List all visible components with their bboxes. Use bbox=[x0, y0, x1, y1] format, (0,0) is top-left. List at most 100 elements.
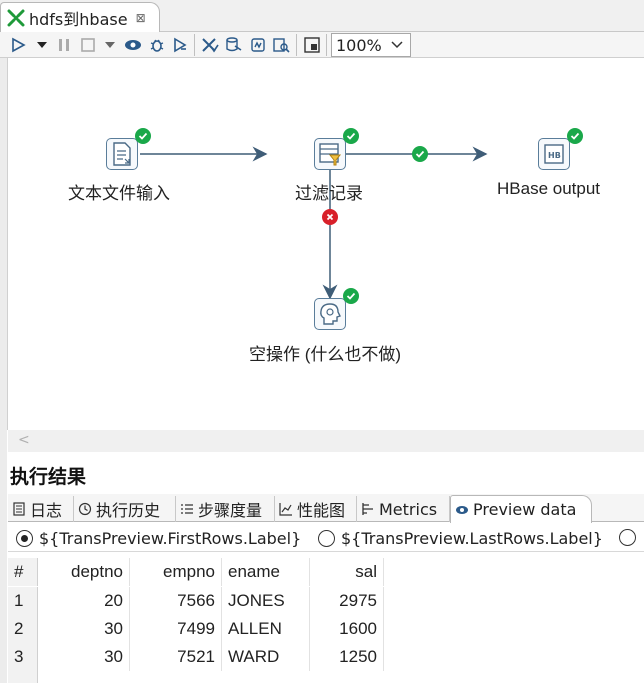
success-check-icon bbox=[343, 288, 359, 304]
cell-sal: 1600 bbox=[310, 615, 384, 643]
text-file-input-icon[interactable] bbox=[106, 138, 138, 170]
sql-icon[interactable] bbox=[248, 35, 268, 55]
log-icon bbox=[12, 502, 26, 516]
tab-label: 日志 bbox=[30, 501, 63, 520]
cell-ename: JONES bbox=[222, 587, 310, 615]
cell-ename: ALLEN bbox=[222, 615, 310, 643]
column-header[interactable]: sal bbox=[310, 558, 384, 586]
tab-execution-history[interactable]: 执行历史 bbox=[74, 496, 176, 522]
filter-rows-icon[interactable] bbox=[314, 138, 346, 170]
hbase-output-icon[interactable]: HB bbox=[538, 138, 570, 170]
radio-unchecked-icon bbox=[619, 529, 636, 546]
list-icon bbox=[180, 502, 194, 516]
svg-text:HB: HB bbox=[548, 151, 561, 160]
cell-empno: 7499 bbox=[130, 615, 222, 643]
results-title: 执行结果 bbox=[10, 466, 87, 488]
cell-empno: 7566 bbox=[130, 587, 222, 615]
tab-label: Metrics bbox=[379, 499, 438, 519]
hop-false-x-icon bbox=[322, 209, 338, 225]
success-check-icon bbox=[567, 128, 583, 144]
verify-icon[interactable] bbox=[200, 35, 220, 55]
canvas-horizontal-scrollbar[interactable]: < bbox=[8, 430, 644, 452]
cell-ename: WARD bbox=[222, 643, 310, 671]
editor-tab-label: hdfs到hbase bbox=[29, 9, 128, 29]
table-row[interactable]: 2 30 7499 ALLEN 1600 bbox=[8, 615, 644, 643]
row-index: 1 bbox=[8, 587, 38, 615]
zoom-select[interactable]: 100% bbox=[331, 33, 411, 57]
column-header[interactable]: deptno bbox=[38, 558, 130, 586]
toolbar: 100% bbox=[0, 32, 644, 58]
column-header[interactable]: ename bbox=[222, 558, 310, 586]
close-icon[interactable]: ⊠ bbox=[136, 11, 146, 25]
tab-label: 执行历史 bbox=[96, 501, 161, 520]
table-row[interactable]: 1 20 7566 JONES 2975 bbox=[8, 587, 644, 615]
run-options-icon[interactable] bbox=[32, 35, 52, 55]
step-label-dummy: 空操作 (什么也不做) bbox=[249, 345, 402, 364]
tab-metrics[interactable]: Metrics bbox=[357, 496, 450, 522]
row-index: 2 bbox=[8, 615, 38, 643]
explore-db-icon[interactable] bbox=[271, 35, 291, 55]
tab-performance-graph[interactable]: 性能图 bbox=[275, 496, 357, 522]
zoom-value: 100% bbox=[336, 35, 382, 55]
toolbar-separator bbox=[296, 34, 297, 56]
column-header[interactable]: # bbox=[8, 558, 38, 586]
radio-last-rows-label: ${TransPreview.LastRows.Label} bbox=[341, 529, 603, 548]
success-check-icon bbox=[135, 128, 151, 144]
tab-preview-data[interactable]: Preview data bbox=[450, 495, 592, 523]
success-check-icon bbox=[343, 128, 359, 144]
tab-label: 性能图 bbox=[297, 501, 346, 520]
run-icon[interactable] bbox=[8, 35, 28, 55]
stop-options-icon[interactable] bbox=[100, 35, 120, 55]
radio-last-rows[interactable]: ${TransPreview.LastRows.Label} bbox=[318, 529, 603, 548]
cell-deptno: 30 bbox=[38, 643, 130, 671]
preview-data-table: # deptno empno ename sal 1 20 7566 JONES… bbox=[8, 556, 644, 683]
transformation-canvas[interactable]: 文本文件输入 过滤记录 HB HBase output 空操作 (什么也不做) bbox=[7, 58, 644, 430]
left-gutter bbox=[0, 58, 7, 683]
step-label-text-file-input: 文本文件输入 bbox=[68, 184, 170, 203]
history-icon bbox=[78, 502, 92, 516]
tab-log[interactable]: 日志 bbox=[8, 496, 74, 522]
cell-sal: 2975 bbox=[310, 587, 384, 615]
table-row[interactable]: 3 30 7521 WARD 1250 bbox=[8, 643, 644, 671]
radio-first-rows[interactable]: ${TransPreview.FirstRows.Label} bbox=[16, 529, 301, 548]
cell-deptno: 20 bbox=[38, 587, 130, 615]
hops-layer bbox=[140, 146, 488, 300]
radio-off-screen[interactable] bbox=[619, 529, 642, 546]
chevron-down-icon bbox=[390, 37, 404, 55]
dummy-step-icon[interactable] bbox=[314, 298, 346, 330]
cell-sal: 1250 bbox=[310, 643, 384, 671]
results-tabs: 日志 执行历史 步骤度量 性能图 Metrics Preview data bbox=[8, 494, 644, 523]
row-index-empty bbox=[8, 671, 38, 683]
replay-icon[interactable] bbox=[170, 35, 190, 55]
cell-deptno: 30 bbox=[38, 615, 130, 643]
chart-icon bbox=[279, 502, 293, 516]
tab-step-metrics[interactable]: 步骤度量 bbox=[176, 496, 275, 522]
table-header-row: # deptno empno ename sal bbox=[8, 558, 644, 586]
row-index: 3 bbox=[8, 643, 38, 671]
pause-icon[interactable] bbox=[54, 35, 74, 55]
radio-checked-icon bbox=[16, 530, 33, 547]
cell-empno: 7521 bbox=[130, 643, 222, 671]
tab-label: 步骤度量 bbox=[198, 501, 263, 520]
radio-first-rows-label: ${TransPreview.FirstRows.Label} bbox=[39, 529, 302, 548]
show-results-icon[interactable] bbox=[302, 35, 322, 55]
impact-icon[interactable] bbox=[224, 35, 244, 55]
preview-icon[interactable] bbox=[123, 35, 143, 55]
toolbar-separator bbox=[326, 34, 327, 56]
metrics-icon bbox=[361, 502, 375, 516]
transformation-icon bbox=[7, 9, 25, 27]
toolbar-separator bbox=[194, 34, 195, 56]
table-row-empty bbox=[8, 671, 644, 683]
editor-tab-transformation[interactable]: hdfs到hbase ⊠ bbox=[0, 2, 160, 32]
debug-icon[interactable] bbox=[147, 35, 167, 55]
preview-row-selector: ${TransPreview.FirstRows.Label} ${TransP… bbox=[8, 526, 644, 552]
step-label-filter-rows: 过滤记录 bbox=[295, 184, 363, 203]
hop-true-check-icon bbox=[412, 146, 428, 162]
editor-tab-bar: hdfs到hbase ⊠ bbox=[0, 0, 644, 32]
stop-icon[interactable] bbox=[78, 35, 98, 55]
step-label-hbase-output: HBase output bbox=[497, 179, 601, 198]
scroll-left-icon[interactable]: < bbox=[18, 432, 30, 448]
tab-label: Preview data bbox=[473, 500, 577, 519]
column-header[interactable]: empno bbox=[130, 558, 222, 586]
preview-icon bbox=[455, 503, 469, 517]
